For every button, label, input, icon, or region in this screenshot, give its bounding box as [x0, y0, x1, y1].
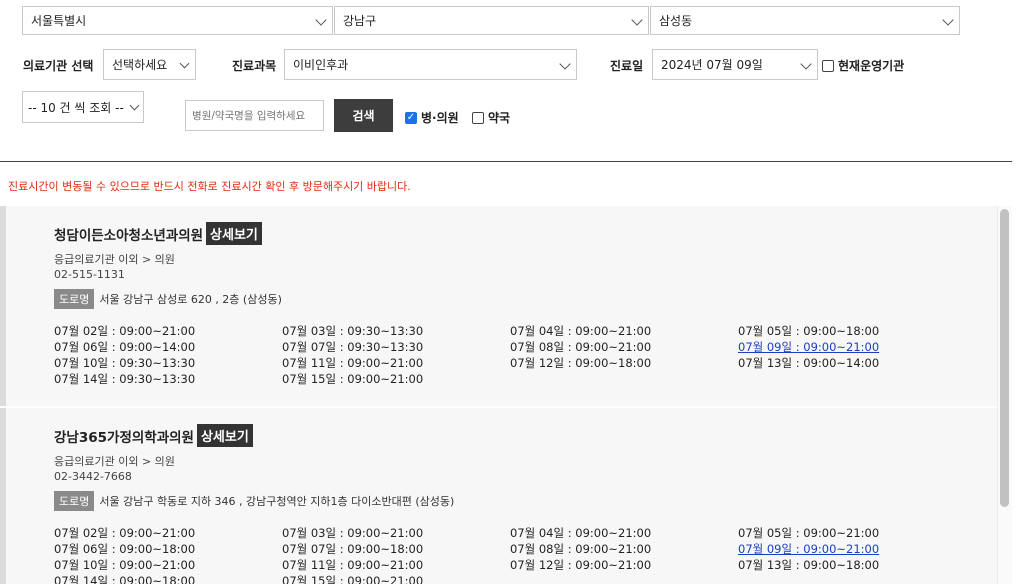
date-select[interactable]: 2024년 07월 09일 — [652, 49, 818, 80]
schedule-grid: 07월 02일 : 09:00~21:00 07월 03일 : 09:00~21… — [54, 526, 966, 584]
page-size-select[interactable]: -- 10 건 씩 조회 -- — [22, 91, 144, 123]
date-select-value: 2024년 07월 09일 — [661, 58, 763, 72]
chevron-down-icon — [800, 58, 812, 70]
chevron-down-icon — [559, 58, 571, 70]
clinic-type: 응급의료기관 이외 > 의원 — [54, 455, 175, 468]
road-name-badge: 도로명 — [54, 491, 95, 511]
schedule-day: 07월 15일 : 09:00~21:00 — [282, 574, 424, 584]
clinic-checkbox[interactable]: ✓ 병·의원 — [405, 109, 459, 126]
schedule-day: 07월 06일 : 09:00~18:00 — [54, 542, 196, 556]
result-title: 강남365가정의학과의원 상세보기 — [54, 424, 253, 447]
dong-select-value: 삼성동 — [659, 14, 693, 28]
schedule-day: 07월 04일 : 09:00~21:00 — [510, 324, 652, 338]
city-select[interactable]: 서울특별시 — [22, 6, 333, 35]
section-divider — [0, 161, 1012, 162]
date-label: 진료일 — [610, 59, 644, 73]
result-card: 청담이든소아청소년과의원 상세보기 응급의료기관 이외 > 의원 02-515-… — [0, 206, 997, 406]
schedule-day: 07월 10일 : 09:00~21:00 — [54, 558, 196, 572]
results-scrollbar-thumb[interactable] — [1000, 209, 1009, 507]
operating-filter-checkbox[interactable]: 현재운영기관 — [822, 57, 904, 74]
address-text: 서울 강남구 학동로 지하 346 , 강남구청역안 지하1층 다이소반대편 (… — [99, 495, 455, 508]
page-size-value: -- 10 건 씩 조회 -- — [28, 100, 124, 115]
schedule-day: 07월 14일 : 09:00~18:00 — [54, 574, 196, 584]
detail-button[interactable]: 상세보기 — [196, 424, 253, 447]
checkbox-icon — [822, 59, 834, 72]
schedule-day: 07월 02일 : 09:00~21:00 — [54, 324, 196, 338]
district-select-value: 강남구 — [343, 14, 377, 28]
schedule-day: 07월 02일 : 09:00~21:00 — [54, 526, 196, 540]
results-list: 청담이든소아청소년과의원 상세보기 응급의료기관 이외 > 의원 02-515-… — [0, 206, 1012, 584]
chevron-down-icon — [631, 14, 643, 26]
clinic-name[interactable]: 청담이든소아청소년과의원 — [54, 224, 203, 244]
schedule-day-today[interactable]: 07월 09일 : 09:00~21:00 — [738, 542, 966, 556]
schedule-day: 07월 08일 : 09:00~21:00 — [510, 340, 652, 354]
schedule-day: 07월 07일 : 09:00~18:00 — [282, 542, 424, 556]
operating-filter-label: 현재운영기관 — [838, 59, 905, 73]
schedule-day: 07월 08일 : 09:00~21:00 — [510, 542, 652, 556]
search-input[interactable] — [185, 100, 324, 131]
clinic-address: 도로명 서울 강남구 학동로 지하 346 , 강남구청역안 지하1층 다이소반… — [54, 491, 454, 511]
chevron-down-icon — [129, 100, 140, 111]
institution-select[interactable]: 선택하세요 — [103, 49, 196, 80]
schedule-grid: 07월 02일 : 09:00~21:00 07월 03일 : 09:30~13… — [54, 324, 966, 386]
schedule-day: 07월 05일 : 09:00~18:00 — [738, 324, 880, 338]
pharmacy-checkbox-label: 약국 — [488, 111, 511, 125]
detail-button[interactable]: 상세보기 — [206, 222, 262, 245]
chevron-down-icon — [942, 14, 954, 26]
district-select[interactable]: 강남구 — [334, 6, 649, 35]
chevron-down-icon — [179, 58, 190, 69]
chevron-down-icon — [315, 14, 327, 26]
schedule-day: 07월 06일 : 09:00~14:00 — [54, 340, 196, 354]
clinic-type: 응급의료기관 이외 > 의원 — [54, 253, 175, 266]
schedule-day: 07월 05일 : 09:00~21:00 — [738, 526, 880, 540]
department-select[interactable]: 이비인후과 — [284, 49, 577, 80]
clinic-name[interactable]: 강남365가정의학과의원 — [54, 426, 194, 446]
schedule-day: 07월 13일 : 09:00~18:00 — [738, 558, 880, 572]
schedule-day: 07월 03일 : 09:00~21:00 — [282, 526, 424, 540]
schedule-day: 07월 07일 : 09:30~13:30 — [282, 340, 424, 354]
clinic-address: 도로명 서울 강남구 삼성로 620 , 2층 (삼성동) — [54, 289, 282, 309]
schedule-day: 07월 15일 : 09:00~21:00 — [282, 372, 424, 386]
schedule-day: 07월 03일 : 09:30~13:30 — [282, 324, 424, 338]
city-select-value: 서울특별시 — [31, 14, 87, 28]
schedule-day: 07월 12일 : 09:00~18:00 — [510, 356, 652, 370]
pharmacy-checkbox[interactable]: 약국 — [472, 109, 510, 126]
clinic-checkbox-label: 병·의원 — [421, 111, 459, 125]
checkbox-icon — [472, 111, 484, 124]
result-title: 청담이든소아청소년과의원 상세보기 — [54, 222, 262, 245]
schedule-day: 07월 13일 : 09:00~14:00 — [738, 356, 880, 370]
dong-select[interactable]: 삼성동 — [650, 6, 960, 35]
schedule-day-today[interactable]: 07월 09일 : 09:00~21:00 — [738, 340, 966, 354]
schedule-day: 07월 12일 : 09:00~21:00 — [510, 558, 652, 572]
schedule-day: 07월 11일 : 09:00~21:00 — [282, 356, 424, 370]
department-select-value: 이비인후과 — [293, 58, 349, 72]
schedule-day: 07월 14일 : 09:30~13:30 — [54, 372, 196, 386]
road-name-badge: 도로명 — [54, 289, 95, 309]
clinic-phone: 02-515-1131 — [54, 268, 125, 281]
clinic-phone: 02-3442-7668 — [54, 470, 132, 483]
institution-select-value: 선택하세요 — [112, 58, 168, 72]
check-icon: ✓ — [405, 111, 417, 124]
hours-notice: 진료시간이 변동될 수 있으므로 반드시 전화로 진료시간 확인 후 방문해주시… — [8, 180, 411, 193]
schedule-day: 07월 11일 : 09:00~21:00 — [282, 558, 424, 572]
result-card: 강남365가정의학과의원 상세보기 응급의료기관 이외 > 의원 02-3442… — [0, 408, 997, 584]
department-label: 진료과목 — [232, 59, 277, 73]
address-text: 서울 강남구 삼성로 620 , 2층 (삼성동) — [99, 293, 282, 306]
institution-label: 의료기관 선택 — [23, 59, 94, 73]
schedule-day: 07월 04일 : 09:00~21:00 — [510, 526, 652, 540]
search-button[interactable]: 검색 — [334, 99, 393, 132]
schedule-day: 07월 10일 : 09:30~13:30 — [54, 356, 196, 370]
